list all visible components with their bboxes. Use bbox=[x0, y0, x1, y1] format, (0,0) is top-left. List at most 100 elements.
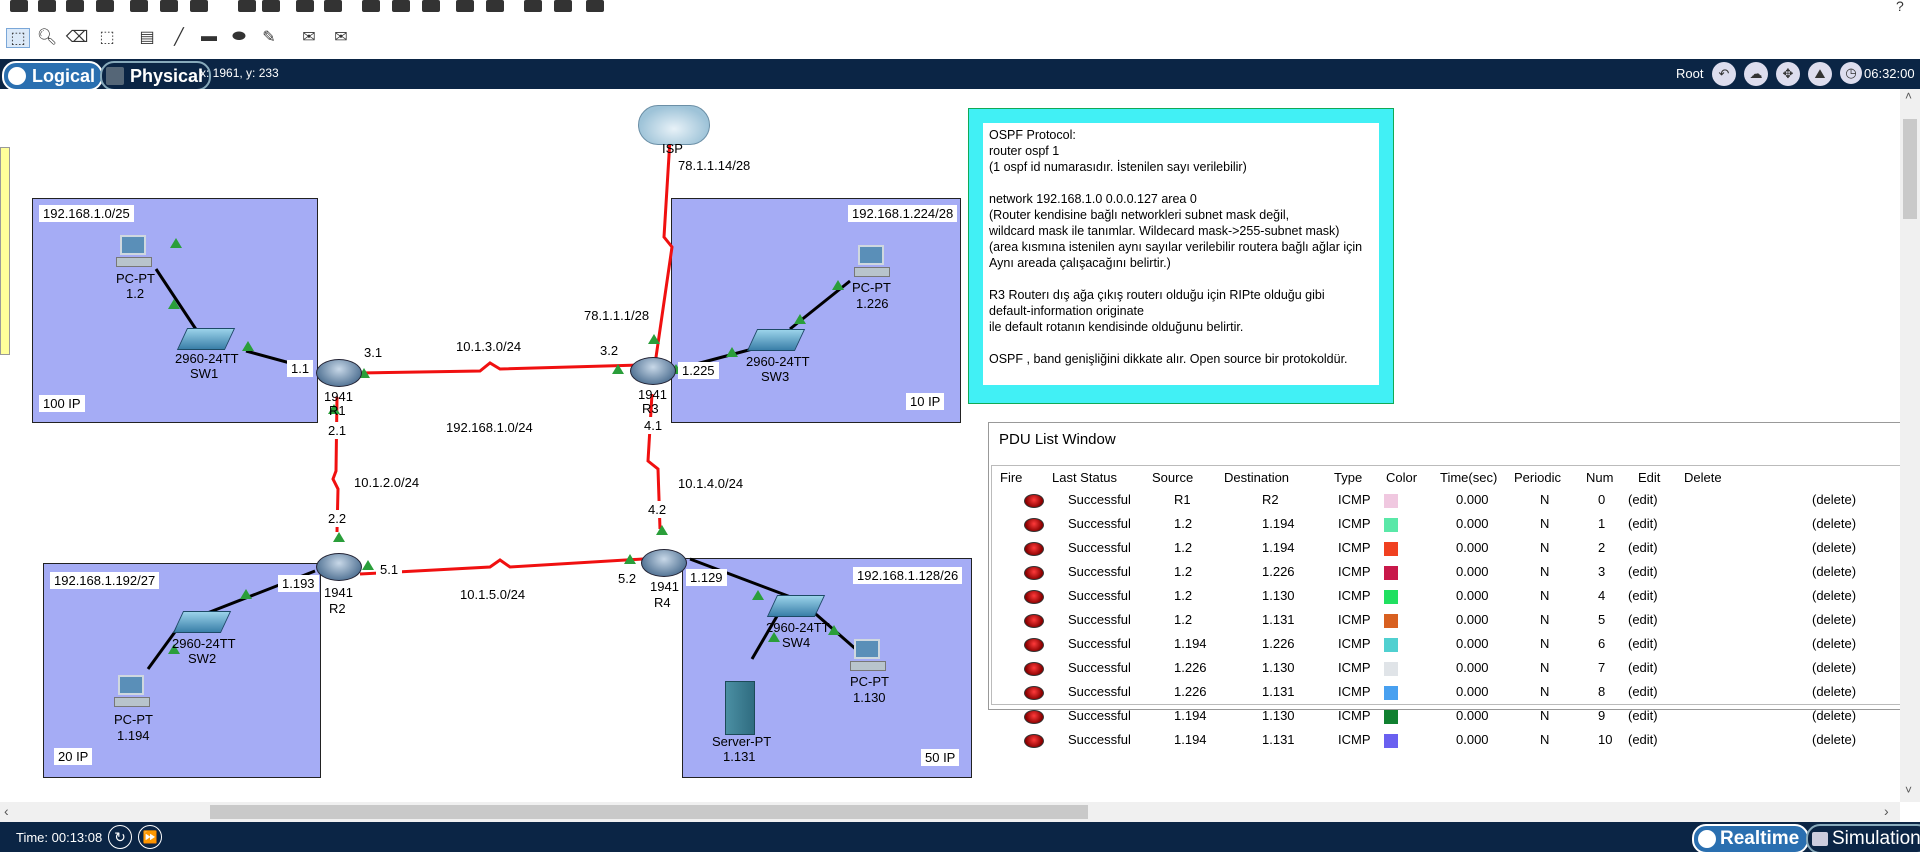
pdu-edit[interactable]: (edit) bbox=[1628, 516, 1658, 531]
pdu-delete[interactable]: (delete) bbox=[1812, 684, 1856, 699]
scroll-up-icon[interactable]: ˄ bbox=[1905, 89, 1912, 103]
rectangle-tool-icon[interactable]: ▬ bbox=[198, 28, 220, 46]
add-complex-pdu-icon[interactable]: ✉ bbox=[330, 28, 352, 46]
pdu-edit[interactable]: (edit) bbox=[1628, 660, 1658, 675]
switch-sw3-icon[interactable] bbox=[746, 329, 806, 351]
open-file-icon[interactable] bbox=[38, 0, 56, 12]
move-viewport-icon[interactable]: ✥ bbox=[1776, 62, 1800, 86]
pdu-row[interactable]: Successful 1.194 1.131 ICMP 0.000 N 10 (edit) (d… bbox=[992, 728, 1920, 752]
line-tool-icon[interactable]: ╱ bbox=[168, 28, 190, 46]
simulation-mode-button[interactable]: Simulation bbox=[1806, 824, 1920, 854]
pdu-row[interactable]: Successful 1.2 1.194 ICMP 0.000 N 2 (edit) (dele… bbox=[992, 536, 1920, 560]
wizard-icon[interactable] bbox=[160, 0, 178, 12]
print-icon[interactable] bbox=[96, 0, 114, 12]
fire-icon[interactable] bbox=[1024, 566, 1044, 580]
resize-icon[interactable]: ⬚ bbox=[96, 28, 118, 46]
select-icon[interactable]: ⬚ bbox=[6, 28, 30, 48]
pdu-edit[interactable]: (edit) bbox=[1628, 636, 1658, 651]
back-icon[interactable]: ↶ bbox=[1712, 62, 1736, 86]
pdu-row[interactable]: Successful R1 R2 ICMP 0.000 N 0 (edit) (delete) bbox=[992, 488, 1920, 512]
inspect-icon[interactable]: 🔍︎ bbox=[36, 28, 58, 46]
fire-icon[interactable] bbox=[1024, 518, 1044, 532]
vertical-scrollbar[interactable]: ˄ ˅ bbox=[1900, 89, 1920, 802]
ospf-note[interactable]: OSPF Protocol: router ospf 1 (1 ospf id … bbox=[968, 108, 1394, 404]
pdu-delete[interactable]: (delete) bbox=[1812, 660, 1856, 675]
pdu-row[interactable]: Successful 1.226 1.130 ICMP 0.000 N 7 (edit) (de… bbox=[992, 656, 1920, 680]
custom-devices-icon[interactable] bbox=[486, 0, 504, 12]
fire-icon[interactable] bbox=[1024, 686, 1044, 700]
horizontal-scroll-thumb[interactable] bbox=[210, 805, 1088, 819]
new-file-icon[interactable] bbox=[10, 0, 28, 12]
zoom-reset-icon[interactable] bbox=[392, 0, 410, 12]
pdu-list-window[interactable]: PDU List Window Fire Last Status Source … bbox=[988, 422, 1920, 748]
pdu-delete[interactable]: (delete) bbox=[1812, 708, 1856, 723]
fire-icon[interactable] bbox=[1024, 638, 1044, 652]
pdu-delete[interactable]: (delete) bbox=[1812, 540, 1856, 555]
pdu-edit[interactable]: (edit) bbox=[1628, 708, 1658, 723]
pdu-row[interactable]: Successful 1.2 1.130 ICMP 0.000 N 4 (edit) (dele… bbox=[992, 584, 1920, 608]
delete-icon[interactable]: ⌫ bbox=[66, 28, 89, 46]
note-tool-icon[interactable]: ▤ bbox=[136, 28, 158, 46]
router-r3-icon[interactable] bbox=[630, 357, 676, 385]
pdu-delete[interactable]: (delete) bbox=[1812, 732, 1856, 747]
switch-sw4-icon[interactable] bbox=[766, 595, 826, 617]
undo-icon[interactable] bbox=[296, 0, 314, 12]
pdu-edit[interactable]: (edit) bbox=[1628, 492, 1658, 507]
pdu-delete[interactable]: (delete) bbox=[1812, 516, 1856, 531]
logical-workspace[interactable]: 192.168.1.0/25 100 IP 192.168.1.224/28 1… bbox=[0, 89, 1920, 802]
server-icon[interactable] bbox=[725, 681, 755, 735]
zoom-in-icon[interactable] bbox=[362, 0, 380, 12]
horizontal-scrollbar[interactable]: ‹ › bbox=[0, 802, 1900, 822]
background-image-icon[interactable]: ⛰ bbox=[1808, 62, 1832, 86]
picture-icon[interactable] bbox=[586, 0, 604, 12]
pdu-row[interactable]: Successful 1.194 1.226 ICMP 0.000 N 6 (edit) (de… bbox=[992, 632, 1920, 656]
pdu-edit[interactable]: (edit) bbox=[1628, 732, 1658, 747]
fire-icon[interactable] bbox=[1024, 542, 1044, 556]
switch-sw1-icon[interactable] bbox=[176, 328, 236, 350]
pdu-delete[interactable]: (delete) bbox=[1812, 612, 1856, 627]
pdu-row[interactable]: Successful 1.2 1.131 ICMP 0.000 N 5 (edit) (dele… bbox=[992, 608, 1920, 632]
tab-logical[interactable]: Logical bbox=[2, 61, 104, 91]
router-r4-icon[interactable] bbox=[641, 549, 687, 577]
pdu-row[interactable]: Successful 1.2 1.226 ICMP 0.000 N 3 (edit) (dele… bbox=[992, 560, 1920, 584]
pdu-edit[interactable]: (edit) bbox=[1628, 612, 1658, 627]
pdu-delete[interactable]: (delete) bbox=[1812, 492, 1856, 507]
fast-forward-icon[interactable]: ⏩ bbox=[138, 825, 162, 849]
copy-icon[interactable] bbox=[238, 0, 256, 12]
fire-icon[interactable] bbox=[1024, 662, 1044, 676]
cluster-icon[interactable]: ☁ bbox=[1744, 62, 1768, 86]
pdu-row[interactable]: Successful 1.226 1.131 ICMP 0.000 N 8 (edit) (de… bbox=[992, 680, 1920, 704]
pdu-delete[interactable]: (delete) bbox=[1812, 564, 1856, 579]
pc-icon[interactable] bbox=[114, 675, 150, 707]
pdu-edit[interactable]: (edit) bbox=[1628, 564, 1658, 579]
fire-icon[interactable] bbox=[1024, 734, 1044, 748]
pdu-edit[interactable]: (edit) bbox=[1628, 540, 1658, 555]
tab-physical[interactable]: Physical bbox=[100, 61, 212, 91]
switch-sw2-icon[interactable] bbox=[172, 611, 232, 633]
activity-icon[interactable] bbox=[190, 0, 208, 12]
vertical-scroll-thumb[interactable] bbox=[1903, 119, 1917, 219]
freeform-tool-icon[interactable]: ✎ bbox=[258, 28, 280, 46]
pdu-row[interactable]: Successful 1.194 1.130 ICMP 0.000 N 9 (edit) (de… bbox=[992, 704, 1920, 728]
pc-icon[interactable] bbox=[850, 639, 886, 671]
power-cycle-icon[interactable]: ↻ bbox=[108, 825, 132, 849]
scroll-left-icon[interactable]: ‹ bbox=[4, 803, 9, 819]
pdu-row[interactable]: Successful 1.2 1.194 ICMP 0.000 N 1 (edit) (dele… bbox=[992, 512, 1920, 536]
ellipse-tool-icon[interactable]: ⬬ bbox=[228, 28, 250, 46]
pdu-edit[interactable]: (edit) bbox=[1628, 588, 1658, 603]
help-icon[interactable]: ? bbox=[1896, 0, 1904, 14]
pc-icon[interactable] bbox=[116, 235, 152, 267]
fire-icon[interactable] bbox=[1024, 494, 1044, 508]
add-simple-pdu-icon[interactable]: ✉ bbox=[298, 28, 320, 46]
pdu-edit[interactable]: (edit) bbox=[1628, 684, 1658, 699]
drawing-palette-icon[interactable] bbox=[456, 0, 474, 12]
redo-icon[interactable] bbox=[324, 0, 342, 12]
zoom-out-icon[interactable] bbox=[422, 0, 440, 12]
router-r2-icon[interactable] bbox=[316, 553, 362, 581]
router-r1-icon[interactable] bbox=[316, 359, 362, 387]
info-icon[interactable] bbox=[130, 0, 148, 12]
scroll-down-icon[interactable]: ˅ bbox=[1905, 783, 1912, 797]
realtime-mode-button[interactable]: Realtime bbox=[1692, 824, 1810, 854]
paste-icon[interactable] bbox=[262, 0, 280, 12]
save-icon[interactable] bbox=[66, 0, 84, 12]
